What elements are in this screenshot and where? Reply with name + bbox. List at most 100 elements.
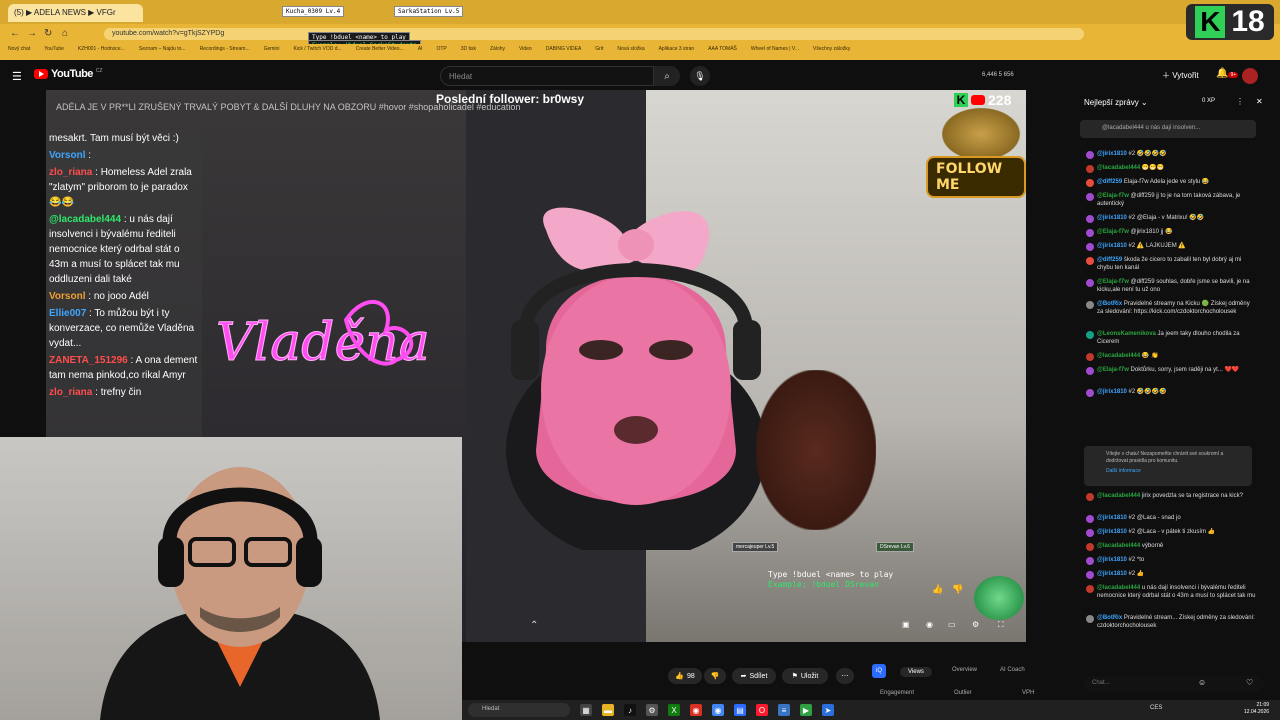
mic-button[interactable]: 🎙 <box>690 66 710 86</box>
bookmark-item[interactable]: Recordings - Stream... <box>200 46 250 58</box>
bookmark-item[interactable]: Video <box>519 46 532 58</box>
chat-author[interactable]: @LeonsKamenikova <box>1097 331 1156 337</box>
bookmark-item[interactable]: Nová složka <box>617 46 644 58</box>
chevron-up-icon[interactable]: ⌃ <box>530 620 538 631</box>
menu-icon[interactable]: ☰ <box>12 70 22 83</box>
bookmark-item[interactable]: OTP <box>436 46 446 58</box>
clock[interactable]: 21:09 12.04.2026 <box>1244 702 1269 716</box>
back-icon[interactable]: ← <box>10 28 20 39</box>
chat-info-link[interactable]: Další informace <box>1106 468 1244 475</box>
chat-author[interactable]: @Elaja-f7w <box>1097 279 1129 285</box>
chat-mode-dropdown[interactable]: Nejlepší zprávy ⌄ <box>1084 98 1148 107</box>
tab-views[interactable]: Views <box>900 667 932 677</box>
xbox-icon[interactable]: X <box>668 704 680 716</box>
file-explorer-icon[interactable]: ▬ <box>602 704 614 716</box>
fullscreen-icon[interactable]: ⛶ <box>998 620 1004 630</box>
search-button[interactable]: ⌕ <box>654 66 680 86</box>
miniplayer-icon[interactable]: ▭ <box>948 620 956 629</box>
chat-author[interactable]: @jirix1810 <box>1097 557 1127 563</box>
chrome-icon[interactable]: ◉ <box>690 704 702 716</box>
chat-avatar <box>1086 179 1094 187</box>
chat-author[interactable]: @jirix1810 <box>1097 389 1127 395</box>
search-input[interactable]: Hledat <box>440 66 654 86</box>
bookmark-item[interactable]: YouTube <box>44 46 64 58</box>
chat-author[interactable]: @lacadabel444 <box>1097 585 1140 591</box>
notes-icon[interactable]: ≡ <box>778 704 790 716</box>
task-view-icon[interactable]: ▦ <box>580 704 592 716</box>
chat-author[interactable]: @diff259 <box>1097 257 1122 263</box>
bookmark-item[interactable]: Gemini <box>264 46 280 58</box>
close-icon[interactable]: ✕ <box>1256 97 1263 106</box>
bookmark-item[interactable]: Wheel of Names | V... <box>751 46 799 58</box>
chat-author[interactable]: @jirix1810 <box>1097 215 1127 221</box>
play-app-icon[interactable]: ▶ <box>800 704 812 716</box>
chat-author[interactable]: @lacadabel444 <box>1097 493 1140 499</box>
home-icon[interactable]: ⌂ <box>62 28 68 39</box>
dislike-button[interactable]: 👎 <box>704 668 726 684</box>
subtab-outlier[interactable]: Outlier <box>954 690 972 696</box>
bookmark-item[interactable]: Všechny záložky <box>813 46 850 58</box>
chat-author[interactable]: @diff259 <box>1097 179 1122 185</box>
dislike-overlay-icon[interactable]: 👎 <box>952 584 963 595</box>
chat-author[interactable]: @BotRix <box>1097 615 1122 621</box>
bookmark-item[interactable]: Zálohy <box>490 46 505 58</box>
bookmark-item[interactable]: Nový chat <box>8 46 30 58</box>
forward-icon[interactable]: → <box>27 28 37 39</box>
emoji-icon[interactable]: ☺ <box>1198 678 1206 687</box>
settings-gear-icon[interactable]: ⚙ <box>972 620 979 629</box>
bookmark-item[interactable]: AAA TOMÁŠ <box>708 46 737 58</box>
tab-ai-coach[interactable]: AI Coach <box>1000 667 1025 673</box>
chat-author[interactable]: @lacadabel444 <box>1097 165 1140 171</box>
create-button[interactable]: ＋ Vytvořit <box>1162 70 1199 81</box>
notifications-bell-icon[interactable]: 🔔 9+ <box>1216 68 1239 79</box>
bookmark-item[interactable]: AI <box>418 46 423 58</box>
chat-author[interactable]: @jirix1810 <box>1097 151 1127 157</box>
subtab-vph[interactable]: VPH <box>1022 690 1034 696</box>
account-avatar[interactable] <box>1242 68 1258 84</box>
save-button[interactable]: ⚑ Uložit <box>782 668 828 684</box>
chat-author[interactable]: @jirix1810 <box>1097 571 1127 577</box>
chat-author[interactable]: @Elaja-f7w <box>1097 229 1129 235</box>
bookmark-item[interactable]: Seznam – Najdu to... <box>139 46 186 58</box>
bookmark-item[interactable]: KZH001 - Hodnoce... <box>78 46 125 58</box>
tiktok-icon[interactable]: ♪ <box>624 704 636 716</box>
chat-more-icon[interactable]: ⋮ <box>1236 97 1244 106</box>
heart-icon[interactable]: ♡ <box>1246 678 1253 687</box>
bookmark-item[interactable]: DABING VIDEA <box>546 46 582 58</box>
system-tray[interactable]: CES <box>1150 705 1162 711</box>
chat-author[interactable]: @Elaja-f7w <box>1097 367 1129 373</box>
chrome-active-icon[interactable]: ◉ <box>712 704 724 716</box>
like-overlay-icon[interactable]: 👍 <box>932 584 943 595</box>
chat-author[interactable]: @jirix1810 <box>1097 515 1127 521</box>
chat-author[interactable]: @lacadabel444 <box>1097 543 1140 549</box>
more-button[interactable]: ⋯ <box>836 668 854 684</box>
subtab-engagement[interactable]: Engagement <box>880 690 914 696</box>
bookmark-item[interactable]: Kick / Twitch VOD d... <box>293 46 341 58</box>
chat-author[interactable]: @BotRix <box>1097 301 1122 307</box>
bookmark-item[interactable]: 3D tisk <box>461 46 476 58</box>
bookmark-item[interactable]: Grit <box>595 46 603 58</box>
autoplay-toggle-icon[interactable]: ◉ <box>926 620 933 629</box>
tab-overview[interactable]: Overview <box>952 667 977 673</box>
chat-author[interactable]: @jirix1810 <box>1097 529 1127 535</box>
send-app-icon[interactable]: ➤ <box>822 704 834 716</box>
reload-icon[interactable]: ↻ <box>44 28 52 39</box>
pinned-message[interactable]: @lacadabel444 u nás dají insolven... <box>1080 120 1256 138</box>
youtube-logo[interactable]: YouTube CZ <box>34 68 103 80</box>
browser-tab-active[interactable]: (5) ▶ ADELA NEWS ▶ VFGr <box>8 4 143 22</box>
address-bar[interactable]: youtube.com/watch?v=gTkjSZYPDg <box>104 28 1084 40</box>
captions-icon[interactable]: ▣ <box>902 620 910 629</box>
share-button[interactable]: ➦ Sdílet <box>732 668 776 684</box>
opera-icon[interactable]: O <box>756 704 768 716</box>
bookmark-item[interactable]: Create Better Video... <box>356 46 404 58</box>
app-icon[interactable]: ▤ <box>734 704 746 716</box>
chat-author[interactable]: @lacadabel444 <box>1097 353 1140 359</box>
like-button[interactable]: 👍 98 <box>668 668 702 684</box>
taskbar-search[interactable]: Hledat <box>468 703 570 717</box>
settings-app-icon[interactable]: ⚙ <box>646 704 658 716</box>
bookmark-item[interactable]: Aplikace 3 stran <box>659 46 695 58</box>
chat-author[interactable]: @jirix1810 <box>1097 243 1127 249</box>
chat-input[interactable]: Chat... <box>1084 676 1264 692</box>
chat-author[interactable]: @Elaja-f7w <box>1097 193 1129 199</box>
chat-avatar <box>1086 367 1094 375</box>
